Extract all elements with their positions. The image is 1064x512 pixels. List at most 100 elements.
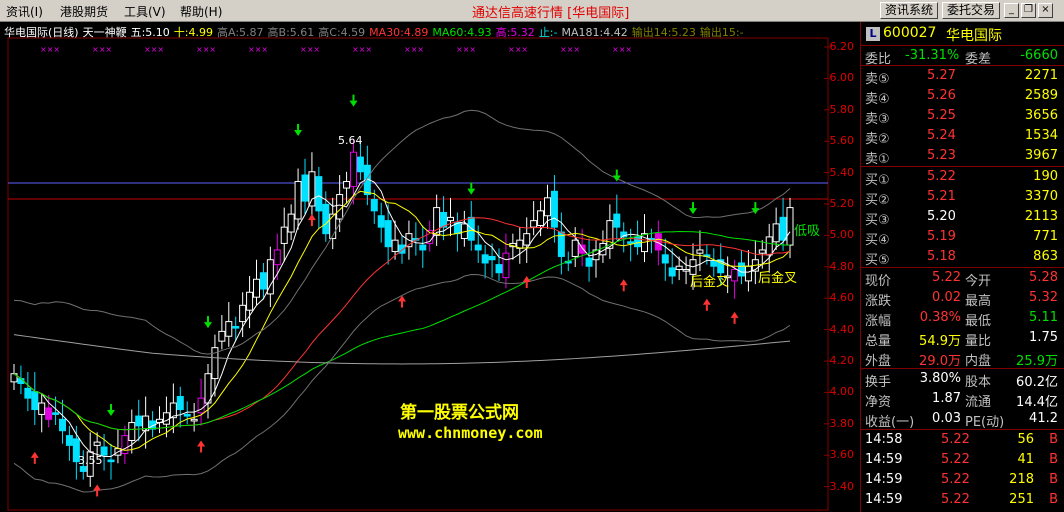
sell-volume: 2589 — [1024, 88, 1058, 103]
fundamentals-row: 换手 3.80% 股本 60.2亿 — [861, 369, 1064, 390]
quote-value: 5.28 — [1029, 270, 1058, 285]
candle-body — [38, 402, 46, 415]
price-tick-label: 4.20 — [829, 354, 855, 367]
minimize-icon[interactable]: _ — [1004, 3, 1019, 18]
sell-signal-arrow-icon — [294, 129, 303, 136]
candle-body — [280, 226, 288, 244]
buy-row: 买⑤ 5.18 863 — [861, 247, 1064, 268]
sell-volume: 3656 — [1024, 108, 1058, 123]
legend-item: 高C:4.59 — [318, 26, 366, 39]
restore-icon[interactable]: ❐ — [1021, 3, 1036, 18]
tick-volume: 251 — [1009, 492, 1034, 507]
stock-code: 600027 — [883, 25, 937, 41]
fundamentals-value: 0.03 — [932, 411, 961, 426]
watermark-url: www.chnmoney.com — [398, 424, 543, 442]
title-bar: 资讯(I) 港股期货 工具(V) 帮助(H) 通达信高速行情 [华电国际] 资讯… — [0, 0, 1064, 22]
trade-button[interactable]: 委托交易 — [942, 2, 1000, 19]
candle-body — [585, 257, 593, 267]
marker-icon: ××× — [92, 45, 112, 54]
candle-body — [315, 176, 323, 212]
menu-news[interactable]: 资讯(I) — [6, 3, 43, 20]
menu-tools[interactable]: 工具(V) — [124, 3, 166, 20]
buy-volume: 771 — [1033, 229, 1058, 244]
buy-price: 5.18 — [927, 249, 956, 264]
quote-label: 最高 — [965, 294, 992, 309]
quote-value: 5.22 — [932, 270, 961, 285]
candle-body — [391, 239, 399, 253]
candle-body — [578, 244, 586, 254]
tick-volume: 218 — [1009, 472, 1034, 487]
marker-icon: ××× — [456, 45, 476, 54]
buy-signal-arrow-icon — [702, 298, 711, 305]
quote-label: 涨跌 — [865, 294, 892, 309]
sell-signal-arrow-icon — [689, 208, 697, 215]
sell-row: 卖③ 5.25 3656 — [861, 106, 1064, 127]
menu-help[interactable]: 帮助(H) — [180, 3, 222, 20]
price-tick-label: 3.60 — [829, 448, 855, 462]
stock-header: L 600027 华电国际 — [861, 22, 1064, 46]
buy-signal-arrow-icon — [619, 279, 628, 286]
candle-body — [45, 407, 53, 420]
buy-row: 买① 5.22 190 — [861, 167, 1064, 188]
price-tick-label: 5.40 — [829, 165, 855, 179]
fundamentals-value: 14.4亿 — [1016, 395, 1058, 410]
fundamentals-label: PE(动) — [965, 415, 1005, 430]
legend-item: 止:- — [538, 26, 558, 39]
news-system-button[interactable]: 资讯系统 — [880, 2, 938, 19]
sell-label: 卖⑤ — [865, 72, 890, 87]
sell-label: 卖② — [865, 132, 890, 147]
candle-body — [765, 236, 773, 256]
legend-item: 天一神鞭 — [82, 26, 127, 39]
candle-body — [356, 156, 364, 173]
candle-body — [488, 255, 496, 261]
candle-body — [253, 278, 260, 298]
candle-body — [287, 213, 295, 233]
sell-price: 5.27 — [927, 68, 956, 83]
sell-price: 5.25 — [927, 108, 956, 123]
price-tick-label: 3.80 — [829, 416, 855, 430]
tick-time: 14:59 — [865, 472, 903, 487]
buy-signal-arrow-icon — [30, 451, 39, 458]
buy-volume: 2113 — [1024, 209, 1058, 224]
close-icon[interactable]: × — [1038, 3, 1053, 18]
buy-price: 5.19 — [927, 229, 956, 244]
price-tick-label: 6.20 — [829, 40, 855, 53]
buy-label: 买⑤ — [865, 253, 890, 268]
candle-body — [24, 387, 32, 399]
candle-body — [758, 249, 766, 254]
candle-body — [440, 211, 448, 228]
candle-body — [301, 174, 309, 202]
kline-chart[interactable]: ××× ××× ××× ××× ××× ××× ××× ××× ××× ××× ××× ××× 华电国… — [0, 22, 860, 512]
candle-body — [336, 194, 344, 220]
candle-body — [107, 459, 115, 463]
quote-label: 最低 — [965, 314, 992, 329]
marker-icon: ××× — [612, 45, 632, 54]
fundamentals-value: 1.87 — [932, 391, 961, 406]
menu-hk-futures[interactable]: 港股期货 — [60, 3, 108, 20]
tick-row: 14:59 5.22 218 B — [861, 470, 1064, 490]
candle-body — [322, 203, 330, 235]
quote-value: 5.11 — [1029, 310, 1058, 325]
sell-orders: 卖⑤ 5.27 2271 卖④ 5.26 2589 卖③ 5.25 3656 卖② 5.24 1534… — [861, 66, 1064, 167]
candle-body — [162, 412, 170, 425]
marker-icon: ××× — [404, 45, 424, 54]
candle-body — [259, 272, 267, 290]
golden-cross-label-1: 后金叉 — [690, 275, 730, 290]
candle-body — [675, 265, 683, 270]
candle-body — [474, 244, 482, 251]
candle-body — [308, 171, 316, 207]
buy-label: 买③ — [865, 213, 890, 228]
tick-time: 14:59 — [865, 492, 903, 507]
sell-row: 卖④ 5.26 2589 — [861, 86, 1064, 107]
buy-volume: 863 — [1033, 249, 1058, 264]
quote-row: 外盘 29.0万 内盘 25.9万 — [861, 348, 1064, 369]
quote-value: 54.9万 — [919, 334, 961, 349]
candle-body — [190, 418, 198, 422]
candle-body — [668, 267, 676, 277]
candle-body — [495, 264, 503, 274]
quote-panel: L 600027 华电国际 委比 -31.31% 委差 -6660 卖⑤ 5.27… — [860, 22, 1064, 512]
marker-icon: ××× — [196, 45, 216, 54]
candle-body — [52, 412, 60, 415]
price-tick-label: 4.40 — [829, 322, 855, 336]
high-price-label: 5.64 — [338, 134, 363, 147]
